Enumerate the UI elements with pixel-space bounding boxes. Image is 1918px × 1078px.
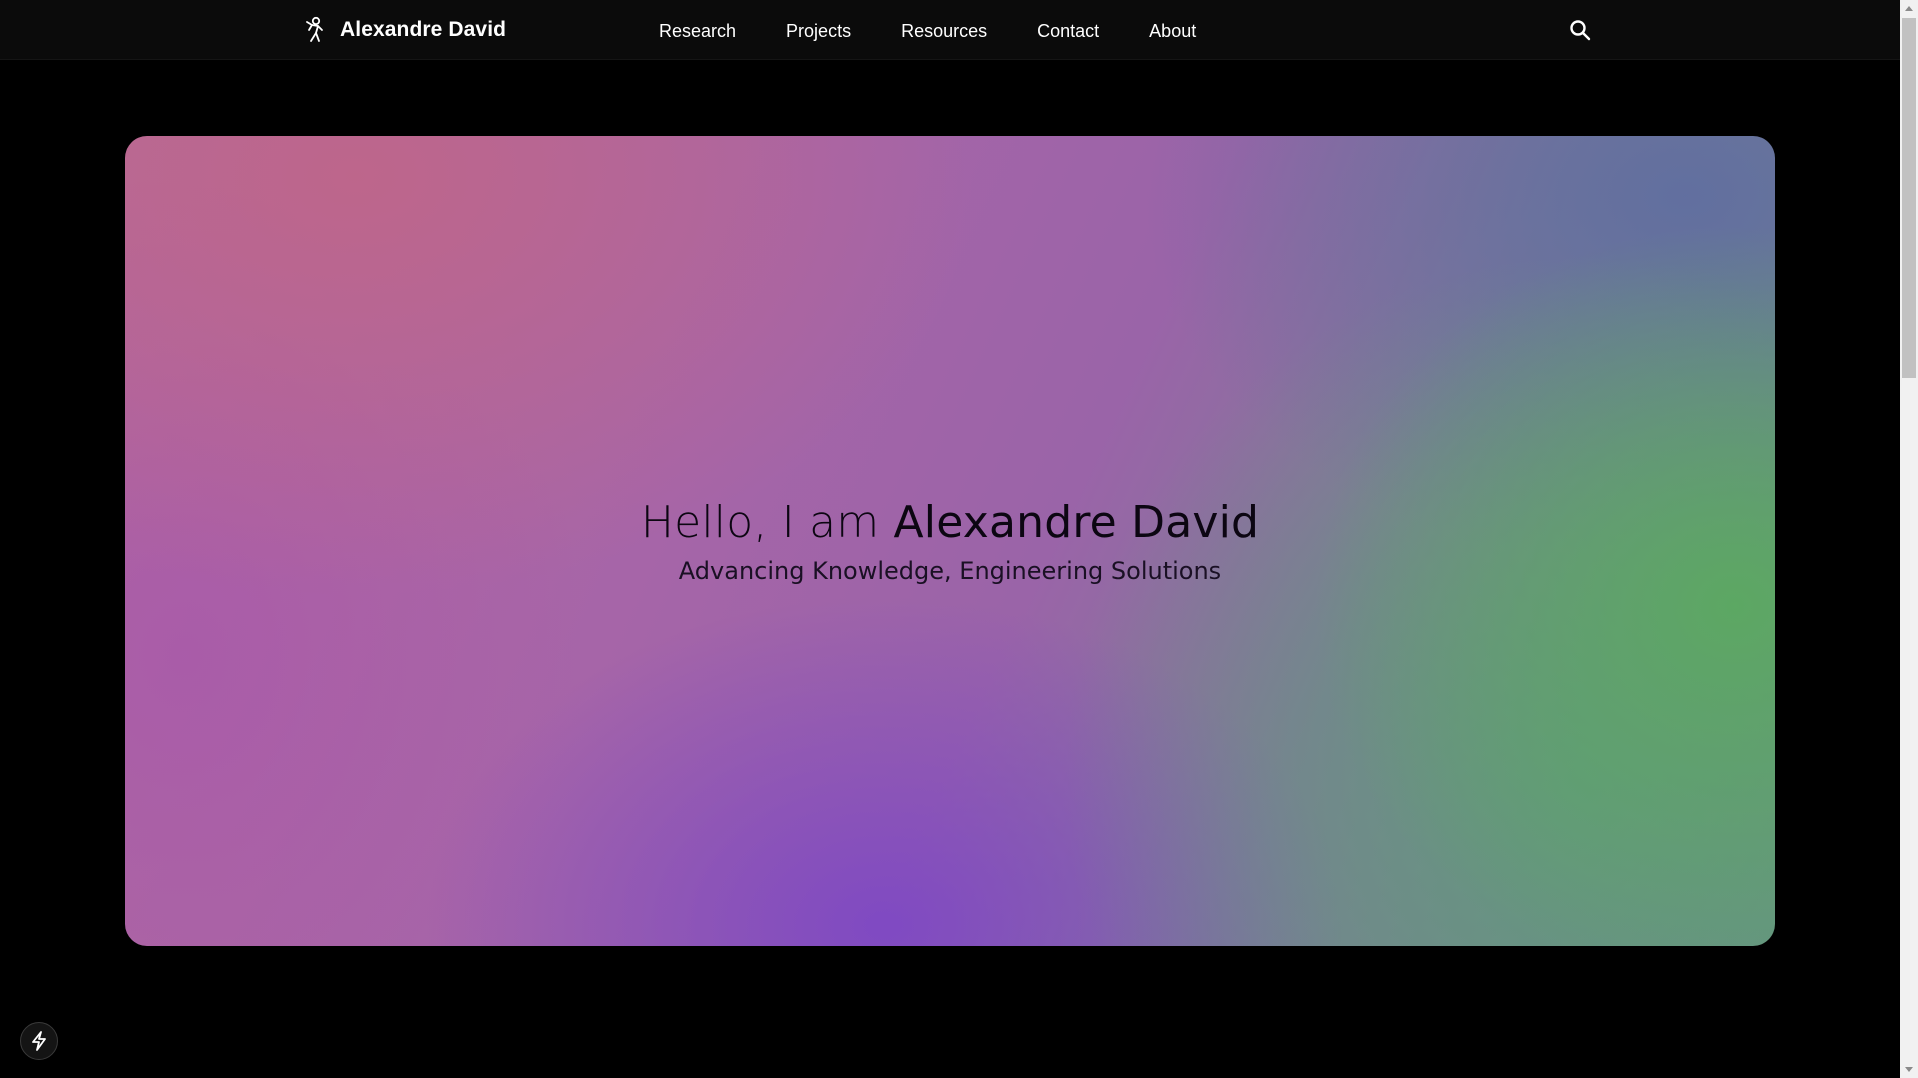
hero-content: Hello, I am Alexandre David Advancing Kn… (125, 136, 1775, 946)
nav-projects-link[interactable]: Projects (786, 21, 851, 42)
brand-name: Alexandre David (340, 18, 507, 41)
lightning-bolt-icon (30, 1031, 48, 1051)
search-button[interactable] (1566, 16, 1594, 44)
hero-card: Hello, I am Alexandre David Advancing Kn… (125, 136, 1775, 946)
nav-contact-link[interactable]: Contact (1037, 21, 1099, 42)
page: Alexandre David Research Projects Resour… (0, 0, 1918, 1078)
hero-name: Alexandre David (893, 496, 1260, 548)
main-nav: Research Projects Resources Contact Abou… (659, 18, 1196, 44)
top-navbar: Alexandre David Research Projects Resour… (0, 0, 1900, 60)
floating-bolt-button[interactable] (20, 1022, 58, 1060)
walking-figure-logo-icon (302, 16, 328, 44)
nav-research-link[interactable]: Research (659, 21, 736, 42)
hero-title: Hello, I am Alexandre David (641, 497, 1259, 550)
nav-about-link[interactable]: About (1149, 21, 1196, 42)
scroll-down-arrow-icon[interactable] (1905, 1067, 1913, 1072)
scroll-up-arrow-icon[interactable] (1905, 6, 1913, 11)
vertical-scrollbar[interactable] (1900, 0, 1918, 1078)
search-icon (1569, 19, 1591, 41)
scrollbar-thumb[interactable] (1902, 18, 1916, 378)
nav-resources-link[interactable]: Resources (901, 21, 987, 42)
hero-greeting: Hello, I am (640, 496, 894, 548)
hero-subtitle: Advancing Knowledge, Engineering Solutio… (678, 557, 1222, 586)
brand-home-link[interactable]: Alexandre David (302, 14, 506, 46)
